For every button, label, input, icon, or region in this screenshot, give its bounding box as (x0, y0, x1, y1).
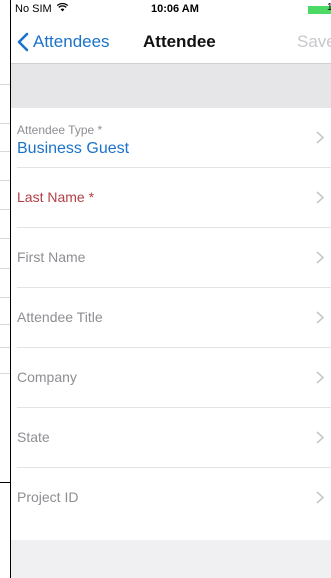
field-state[interactable]: State (11, 408, 331, 468)
field-last-name[interactable]: Last Name * (11, 168, 331, 228)
chevron-right-icon (316, 131, 324, 144)
section-header (11, 64, 331, 108)
field-value: Business Guest (17, 140, 130, 157)
field-label: Last Name * (17, 189, 95, 205)
status-time: 10:06 AM (151, 3, 199, 15)
phone-frame: No SIM 10:06 AM 1 Attendees (10, 0, 331, 578)
field-project-id[interactable]: Project ID (11, 468, 331, 528)
chevron-right-icon (316, 491, 324, 504)
battery-label: 1 (327, 2, 331, 13)
chevron-right-icon (316, 251, 324, 264)
field-attendee-type[interactable]: Attendee Type * Business Guest (11, 108, 331, 168)
chevron-right-icon (316, 191, 324, 204)
field-attendee-title[interactable]: Attendee Title (11, 288, 331, 348)
field-label: Company (17, 369, 77, 385)
field-label: Attendee Title (17, 309, 103, 325)
chevron-right-icon (316, 431, 324, 444)
form-footer (11, 540, 331, 578)
field-label: State (17, 429, 50, 445)
field-label: First Name (17, 249, 86, 265)
navigation-bar: Attendees Attendee Save (11, 20, 331, 64)
previous-screen-sliver (0, 0, 10, 578)
status-bar: No SIM 10:06 AM 1 (11, 0, 331, 20)
back-button-label: Attendees (33, 32, 110, 51)
field-company[interactable]: Company (11, 348, 331, 408)
wifi-icon (56, 2, 68, 15)
field-label: Project ID (17, 489, 79, 505)
field-label: Attendee Type * (17, 123, 103, 137)
page-title: Attendee (143, 32, 216, 51)
chevron-right-icon (316, 371, 324, 384)
attendee-form: Attendee Type * Business Guest Last Name… (11, 108, 331, 540)
save-button[interactable]: Save (297, 32, 331, 52)
carrier-label: No SIM (15, 2, 68, 15)
chevron-left-icon (17, 32, 29, 52)
chevron-right-icon (316, 311, 324, 324)
field-first-name[interactable]: First Name (11, 228, 331, 288)
back-button[interactable]: Attendees (17, 30, 110, 54)
screen: No SIM 10:06 AM 1 Attendees (0, 0, 331, 578)
